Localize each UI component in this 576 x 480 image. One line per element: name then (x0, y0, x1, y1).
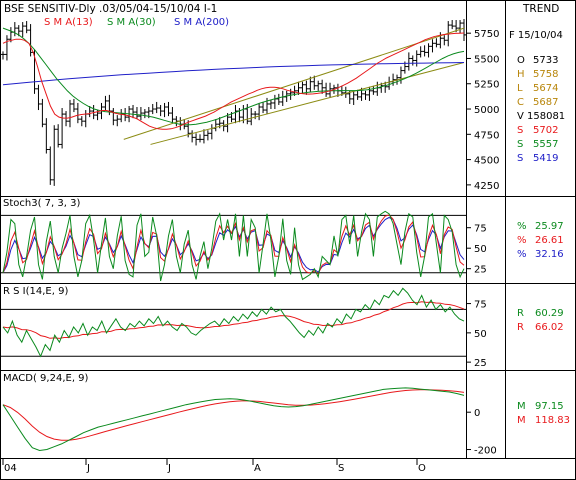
macd-value: 97.15 (535, 401, 564, 412)
info-open-label: O (517, 55, 525, 66)
x-axis-label: J (86, 463, 90, 474)
legend-sma200: S M A(200) (174, 17, 229, 28)
info-sma200-value: 5419 (533, 153, 558, 164)
stoch-d-value: 26.61 (535, 235, 564, 246)
stoch-k-label: % (517, 221, 527, 232)
stoch-title: Stoch3( 7, 3, 3) (3, 198, 80, 209)
x-axis-label: 04 (4, 463, 17, 474)
macd-signal-value: 118.83 (535, 415, 570, 426)
chart-screenshot: 4250 4500 4750 5000 5250 5500 5750 04 J J A S O 25 50 7… (0, 0, 576, 480)
date-label: F 15/10/04 (509, 30, 563, 41)
info-sma13-value: 5702 (533, 125, 558, 136)
macd-axis-tick-label: -200 (474, 446, 497, 457)
info-low-label: L (517, 83, 523, 94)
trend-label: TREND (522, 3, 559, 15)
price-axis-tick-label: 4750 (474, 130, 499, 141)
stoch-sd-label: % (517, 249, 527, 260)
price-axis-tick-label: 5750 (474, 29, 499, 40)
macd-signal-label: M (517, 415, 526, 426)
rsi-axis-tick-label: 25 (474, 358, 487, 369)
info-sma30-label: S (517, 139, 523, 150)
legend-sma30: S M A(30) (107, 17, 156, 28)
info-high-value: 5758 (533, 69, 558, 80)
price-axis-tick-label: 4500 (474, 156, 499, 167)
rsi-value: 60.29 (535, 308, 564, 319)
stoch-axis-tick-label: 50 (474, 244, 487, 255)
macd-value-label: M (517, 401, 526, 412)
x-axis-label: A (254, 463, 261, 474)
price-axis-tick-label: 5500 (474, 54, 499, 65)
info-sma13-label: S (517, 125, 523, 136)
info-high-label: H (517, 69, 525, 80)
price-axis-tick-label: 5250 (474, 80, 499, 91)
price-axis-tick-label: 5000 (474, 105, 499, 116)
macd-axis-tick-label: 0 (474, 408, 480, 419)
macd-title: MACD( 9,24,E, 9) (3, 373, 89, 384)
info-low-value: 5674 (533, 83, 558, 94)
info-sma30-value: 5557 (533, 139, 558, 150)
price-axis-tick-label: 4250 (474, 181, 499, 192)
stoch-axis-tick-label: 75 (474, 224, 487, 235)
x-axis-label: O (418, 463, 426, 474)
chart-title: BSE SENSITIV-Dly .03/05/04-15/10/04 I-1 (4, 3, 217, 15)
x-axis-label: S (338, 463, 344, 474)
rsi-avg-value: 66.02 (535, 322, 564, 333)
rsi-value-label: R (517, 308, 524, 319)
x-axis-label: J (167, 463, 171, 474)
rsi-avg-label: R (517, 322, 524, 333)
stoch-d-label: % (517, 235, 527, 246)
info-close-value: 5687 (533, 97, 558, 108)
stoch-axis-tick-label: 25 (474, 265, 487, 276)
rsi-axis-tick-label: 75 (474, 300, 487, 311)
rsi-axis-tick-label: 50 (474, 329, 487, 340)
info-close-label: C (517, 97, 524, 108)
stoch-sd-value: 32.16 (535, 249, 564, 260)
info-open-value: 5733 (533, 55, 558, 66)
stoch-k-value: 25.97 (535, 221, 564, 232)
info-sma200-label: S (517, 153, 523, 164)
info-volume-value: 158081 (527, 111, 565, 122)
legend-sma13: S M A(13) (44, 17, 93, 28)
info-volume-label: V (517, 111, 524, 122)
chart-svg: 4250 4500 4750 5000 5250 5500 5750 04 J J A S O 25 50 7… (0, 0, 576, 480)
rsi-title: R S I(14,E, 9) (3, 286, 68, 297)
